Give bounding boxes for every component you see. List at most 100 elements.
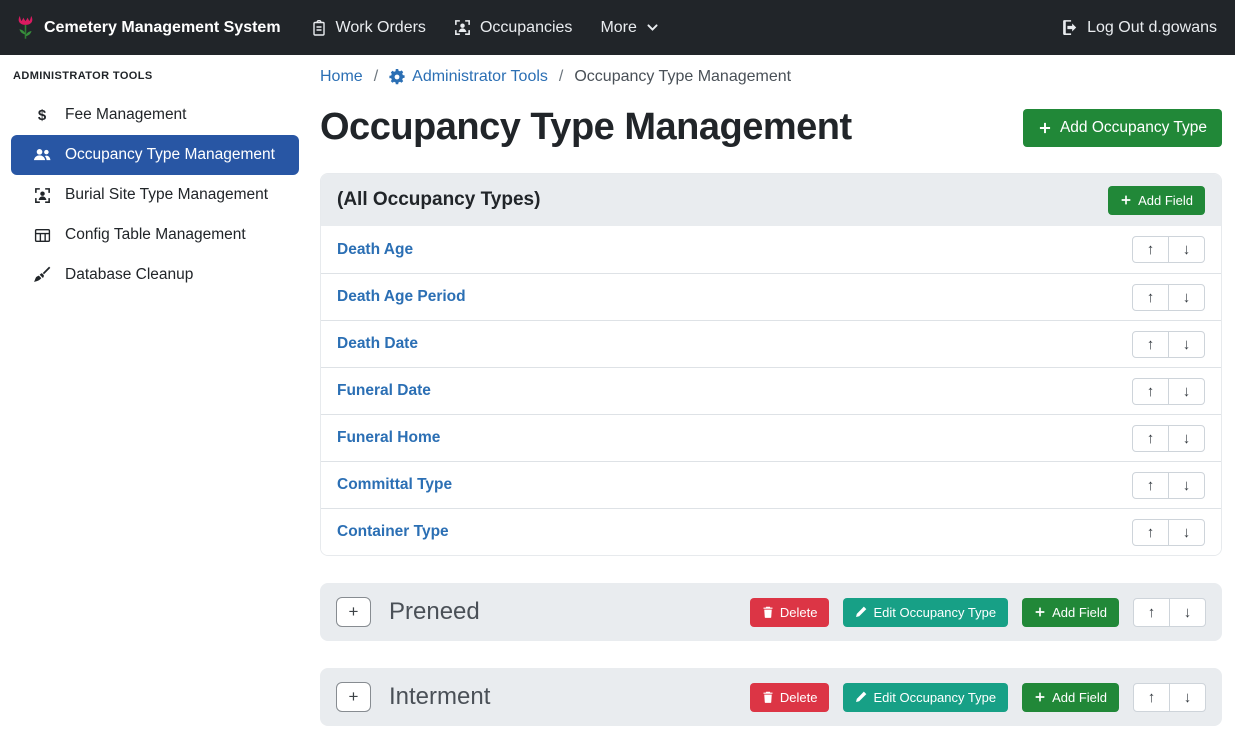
- sidebar-item-fee-management[interactable]: $ Fee Management: [11, 95, 299, 135]
- expand-button[interactable]: +: [336, 597, 371, 627]
- expand-button[interactable]: +: [336, 682, 371, 712]
- logout-icon: [1061, 19, 1078, 36]
- arrow-up-icon: ↑: [1147, 384, 1155, 399]
- brand-title: Cemetery Management System: [44, 19, 281, 37]
- edit-occupancy-type-button[interactable]: Edit Occupancy Type: [843, 683, 1008, 712]
- sidebar-item-config-table-management[interactable]: Config Table Management: [11, 215, 299, 255]
- arrow-up-icon: ↑: [1147, 242, 1155, 257]
- trash-icon: [762, 691, 774, 703]
- add-field-button[interactable]: Add Field: [1022, 598, 1119, 627]
- field-link[interactable]: Death Date: [337, 335, 418, 353]
- all-occupancy-types-header: (All Occupancy Types) Add Field: [321, 174, 1221, 226]
- pencil-icon: [855, 691, 867, 703]
- arrow-up-icon: ↑: [1147, 478, 1155, 493]
- sidebar-item-label: Occupancy Type Management: [65, 146, 275, 164]
- sidebar: Administrator Tools $ Fee Management Occ…: [0, 55, 310, 738]
- move-up-button[interactable]: ↑: [1132, 425, 1169, 452]
- edit-label: Edit Occupancy Type: [873, 690, 996, 705]
- field-list: Death Age ↑ ↓ Death Age Period ↑ ↓ Death…: [321, 226, 1221, 555]
- move-down-button[interactable]: ↓: [1168, 236, 1205, 263]
- move-down-button[interactable]: ↓: [1168, 331, 1205, 358]
- nav-work-orders[interactable]: Work Orders: [297, 11, 440, 45]
- add-field-button[interactable]: Add Field: [1022, 683, 1119, 712]
- add-field-label: Add Field: [1052, 605, 1107, 620]
- delete-button[interactable]: Delete: [750, 683, 830, 712]
- field-link[interactable]: Container Type: [337, 523, 449, 541]
- move-up-button[interactable]: ↑: [1133, 598, 1170, 627]
- move-down-button[interactable]: ↓: [1168, 378, 1205, 405]
- gear-icon: [389, 69, 405, 85]
- field-row: Committal Type ↑ ↓: [321, 461, 1221, 508]
- logout-link[interactable]: Log Out d.gowans: [1047, 11, 1219, 45]
- field-link[interactable]: Funeral Date: [337, 382, 431, 400]
- move-up-button[interactable]: ↑: [1132, 519, 1169, 546]
- move-up-button[interactable]: ↑: [1133, 683, 1170, 712]
- move-down-button[interactable]: ↓: [1168, 425, 1205, 452]
- arrow-down-icon: ↓: [1184, 605, 1192, 620]
- move-up-button[interactable]: ↑: [1132, 236, 1169, 263]
- occupancy-type-card: + Preneed Delete Edit Occupancy Type: [320, 583, 1222, 641]
- move-up-button[interactable]: ↑: [1132, 331, 1169, 358]
- edit-occupancy-type-button[interactable]: Edit Occupancy Type: [843, 598, 1008, 627]
- plus-icon: [1038, 121, 1052, 135]
- arrow-up-icon: ↑: [1147, 290, 1155, 305]
- delete-label: Delete: [780, 605, 818, 620]
- add-occupancy-type-button[interactable]: Add Occupancy Type: [1023, 109, 1222, 147]
- arrow-up-icon: ↑: [1147, 337, 1155, 352]
- pencil-icon: [855, 606, 867, 618]
- type-card-list: + Preneed Delete Edit Occupancy Type: [320, 583, 1222, 726]
- arrow-up-icon: ↑: [1147, 525, 1155, 540]
- nav-work-orders-label: Work Orders: [336, 19, 426, 37]
- nav-occupancies[interactable]: Occupancies: [440, 11, 587, 45]
- move-up-button[interactable]: ↑: [1132, 284, 1169, 311]
- top-navbar: Cemetery Management System Work Orders: [0, 0, 1235, 55]
- breadcrumb-separator: /: [374, 68, 378, 86]
- arrow-up-icon: ↑: [1148, 690, 1156, 705]
- field-link[interactable]: Funeral Home: [337, 429, 440, 447]
- field-link[interactable]: Committal Type: [337, 476, 452, 494]
- nav-more[interactable]: More: [586, 11, 672, 45]
- trash-icon: [762, 606, 774, 618]
- sidebar-item-occupancy-type-management[interactable]: Occupancy Type Management: [11, 135, 299, 175]
- arrow-down-icon: ↓: [1183, 431, 1191, 446]
- add-field-label: Add Field: [1052, 690, 1107, 705]
- move-up-button[interactable]: ↑: [1132, 378, 1169, 405]
- breadcrumb-home[interactable]: Home: [320, 68, 363, 86]
- move-down-button[interactable]: ↓: [1168, 472, 1205, 499]
- arrow-down-icon: ↓: [1183, 242, 1191, 257]
- logout-label: Log Out d.gowans: [1087, 19, 1217, 37]
- field-link[interactable]: Death Age: [337, 241, 413, 259]
- delete-button[interactable]: Delete: [750, 598, 830, 627]
- add-field-button[interactable]: Add Field: [1108, 186, 1205, 215]
- arrow-down-icon: ↓: [1183, 337, 1191, 352]
- reorder-buttons: ↑ ↓: [1133, 683, 1206, 712]
- plus-icon: [1034, 606, 1046, 618]
- field-row: Death Age Period ↑ ↓: [321, 273, 1221, 320]
- brand-link[interactable]: Cemetery Management System: [16, 14, 281, 41]
- field-row: Funeral Date ↑ ↓: [321, 367, 1221, 414]
- occupancy-type-title: Interment: [389, 683, 750, 711]
- reorder-buttons: ↑ ↓: [1132, 331, 1205, 358]
- sidebar-item-database-cleanup[interactable]: Database Cleanup: [11, 255, 299, 295]
- move-down-button[interactable]: ↓: [1169, 598, 1206, 627]
- move-up-button[interactable]: ↑: [1132, 472, 1169, 499]
- field-link[interactable]: Death Age Period: [337, 288, 466, 306]
- arrow-down-icon: ↓: [1183, 525, 1191, 540]
- sidebar-item-label: Database Cleanup: [65, 266, 193, 284]
- move-down-button[interactable]: ↓: [1169, 683, 1206, 712]
- chevron-down-icon: [646, 21, 659, 34]
- sidebar-heading: Administrator Tools: [11, 70, 299, 95]
- breadcrumb-admin-tools[interactable]: Administrator Tools: [389, 68, 548, 86]
- sidebar-item-burial-site-type-management[interactable]: Burial Site Type Management: [11, 175, 299, 215]
- plus-icon: [1120, 194, 1132, 206]
- plus-icon: [1034, 691, 1046, 703]
- reorder-buttons: ↑ ↓: [1132, 519, 1205, 546]
- move-down-button[interactable]: ↓: [1168, 519, 1205, 546]
- page-title: Occupancy Type Management: [320, 106, 852, 149]
- broom-icon: [32, 266, 52, 284]
- tulip-logo-icon: [16, 14, 35, 41]
- move-down-button[interactable]: ↓: [1168, 284, 1205, 311]
- reorder-buttons: ↑ ↓: [1133, 598, 1206, 627]
- person-frame-icon: [454, 19, 471, 36]
- dollar-icon: $: [32, 107, 52, 124]
